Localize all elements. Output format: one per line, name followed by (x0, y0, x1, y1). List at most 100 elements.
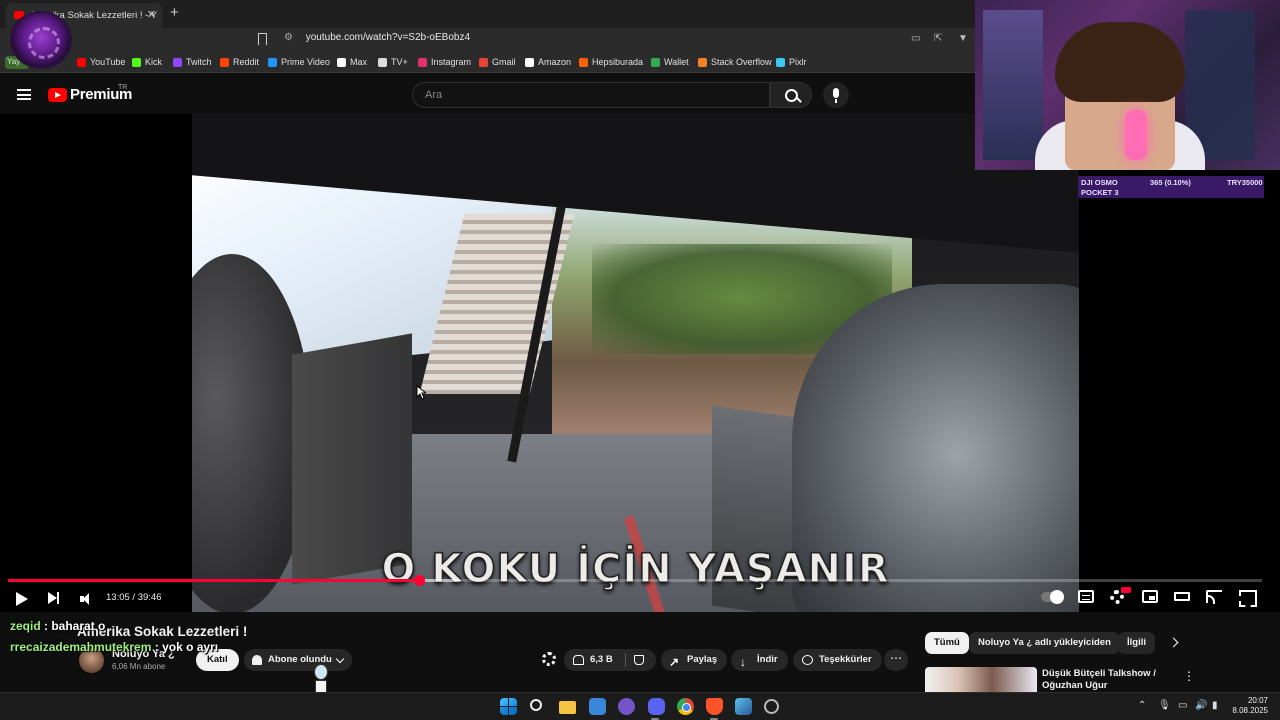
recommendation-menu-icon[interactable]: ⋮ (1183, 669, 1195, 683)
tray-chevron-icon[interactable]: ⌃ (1138, 700, 1146, 711)
clip-icon[interactable] (542, 652, 556, 666)
taskbar-clock[interactable]: 20:07 8.08.2025 (1232, 696, 1268, 716)
download-icon (740, 651, 751, 673)
share-page-icon[interactable]: ⇱ (934, 33, 942, 44)
miniplayer-icon[interactable] (1142, 590, 1158, 603)
bookmark-youtube[interactable]: YouTube (77, 57, 125, 67)
tray-volume-icon[interactable]: 🔊 (1195, 700, 1207, 711)
chat-message: zeqid : baharat o (10, 619, 105, 633)
menu-icon[interactable] (17, 89, 31, 100)
chrome-icon[interactable] (677, 698, 694, 715)
chat-text: : yok o ayrı (151, 640, 219, 654)
store-icon[interactable] (589, 698, 606, 715)
thanks-label: Teşekkürler (819, 654, 872, 665)
bookmark-label: Prime Video (281, 57, 330, 67)
play-icon[interactable] (16, 592, 28, 606)
promo-product-line2: POCKET 3 (1081, 188, 1119, 197)
video-frame[interactable]: O KOKU İÇİN YAŞANIR (192, 114, 1079, 612)
chevron-down-icon (335, 654, 345, 664)
progress-bar[interactable] (8, 575, 1262, 586)
bookmark-label: Gmail (492, 57, 516, 67)
like-count: 6,3 B (590, 654, 613, 665)
chat-text: : baharat o (40, 619, 106, 633)
like-button[interactable]: 6,3 B (564, 649, 656, 671)
bookmark-label: Wallet (664, 57, 689, 67)
bookmark-favicon-icon (418, 57, 427, 67)
share-button[interactable]: Paylaş (661, 649, 728, 673)
bookmark-label: Amazon (538, 57, 572, 67)
discord-icon[interactable] (648, 698, 665, 715)
app-icon[interactable] (735, 698, 752, 715)
more-actions-button[interactable]: ⋯ (884, 649, 908, 671)
time-display: 13:05 / 39:46 (106, 592, 162, 603)
bookmark-instagram[interactable]: Instagram (418, 57, 471, 67)
app-icon[interactable] (764, 699, 779, 714)
like-divider (625, 653, 626, 667)
voice-search-button[interactable] (823, 82, 849, 108)
file-explorer-icon[interactable] (559, 701, 576, 714)
bookmark-favicon-icon (378, 57, 387, 67)
bookmark-max[interactable]: Max (337, 57, 367, 67)
subtitles-icon[interactable] (1078, 590, 1094, 603)
bookmark-gmail[interactable]: Gmail (479, 57, 516, 67)
bookmark-kick[interactable]: Kick (132, 57, 162, 67)
promo-product: DJI OSMO (1081, 178, 1118, 187)
filter-chip[interactable]: Noluyo Ya ¿ adlı yükleyiciden (969, 632, 1120, 654)
subscriber-count: 6,06 Mn abone (112, 662, 166, 671)
bookmark-favicon-icon (651, 57, 660, 67)
thanks-button[interactable]: Teşekkürler (793, 649, 882, 671)
autoplay-toggle[interactable] (1041, 590, 1064, 604)
bookmark-label: Stack Overflow (711, 57, 772, 67)
thumbs-down-icon[interactable] (634, 655, 644, 665)
install-icon[interactable]: ▭ (911, 33, 920, 44)
chat-user: rrecaizademahmutekrem (10, 640, 152, 654)
download-button[interactable]: İndir (731, 649, 788, 673)
bookmark-label: Reddit (233, 57, 260, 67)
search-button[interactable] (770, 82, 812, 108)
settings-gear-icon[interactable] (1110, 587, 1131, 604)
url-field[interactable]: ⚙ youtube.com/watch?v=S2b-oEBobz4 (284, 32, 470, 43)
bookmark-prime-video[interactable]: Prime Video (268, 57, 330, 67)
tray-mic-icon[interactable]: 🎙 (1158, 700, 1171, 711)
app-icon[interactable] (618, 698, 635, 715)
next-icon[interactable] (48, 592, 59, 604)
theater-mode-icon[interactable] (1174, 592, 1190, 601)
tray-battery-icon[interactable]: ▮ (1212, 700, 1218, 711)
tab-close-icon[interactable]: ✕ (147, 8, 156, 21)
brave-icon[interactable] (706, 698, 723, 715)
filter-chip[interactable]: Tümü (925, 632, 969, 654)
download-label: İndir (757, 654, 778, 665)
bookmark-favicon-icon (268, 57, 277, 67)
subscribed-button[interactable]: Abone olundu (244, 649, 352, 671)
chevron-right-icon[interactable] (1168, 637, 1179, 648)
clock-time: 20:07 (1247, 696, 1268, 705)
taskbar-search-icon[interactable] (530, 699, 542, 711)
recommendation-thumbnail[interactable] (925, 667, 1037, 692)
clock-date: 8.08.2025 (1232, 706, 1268, 715)
site-settings-icon[interactable]: ⚙ (284, 32, 293, 43)
bookmark-icon[interactable] (258, 33, 267, 45)
filter-chip[interactable]: İlgili (1118, 632, 1155, 654)
bookmark-stack-overflow[interactable]: Stack Overflow (698, 57, 772, 67)
fullscreen-icon[interactable] (1239, 590, 1255, 603)
search-input[interactable] (413, 83, 769, 107)
youtube-logo-icon[interactable] (48, 88, 67, 102)
bookmark-wallet[interactable]: Wallet (651, 57, 689, 67)
bookmark-pixlr[interactable]: Pixlr (776, 57, 807, 67)
bookmark-hepsiburada[interactable]: Hepsiburada (579, 57, 643, 67)
bookmark-amazon[interactable]: Amazon (525, 57, 571, 67)
bookmark-label: Kick (145, 57, 163, 67)
bookmark-twitch[interactable]: Twitch (173, 57, 212, 67)
region-label: TR (118, 84, 128, 91)
cast-icon[interactable] (1206, 590, 1222, 604)
tray-network-icon[interactable]: ▭ (1178, 700, 1187, 711)
shield-icon[interactable]: ▼ (958, 33, 968, 44)
bookmark-tv-[interactable]: TV+ (378, 57, 408, 67)
promo-banner: DJI OSMO POCKET 3 365 (0.10%) TRY35000 (1078, 176, 1264, 198)
bookmark-label: Hepsiburada (592, 57, 644, 67)
volume-icon[interactable] (80, 592, 100, 610)
new-tab-button[interactable]: + (170, 4, 179, 21)
bookmark-label: Pixlr (789, 57, 807, 67)
bookmark-label: Max (350, 57, 368, 67)
bookmark-reddit[interactable]: Reddit (220, 57, 259, 67)
